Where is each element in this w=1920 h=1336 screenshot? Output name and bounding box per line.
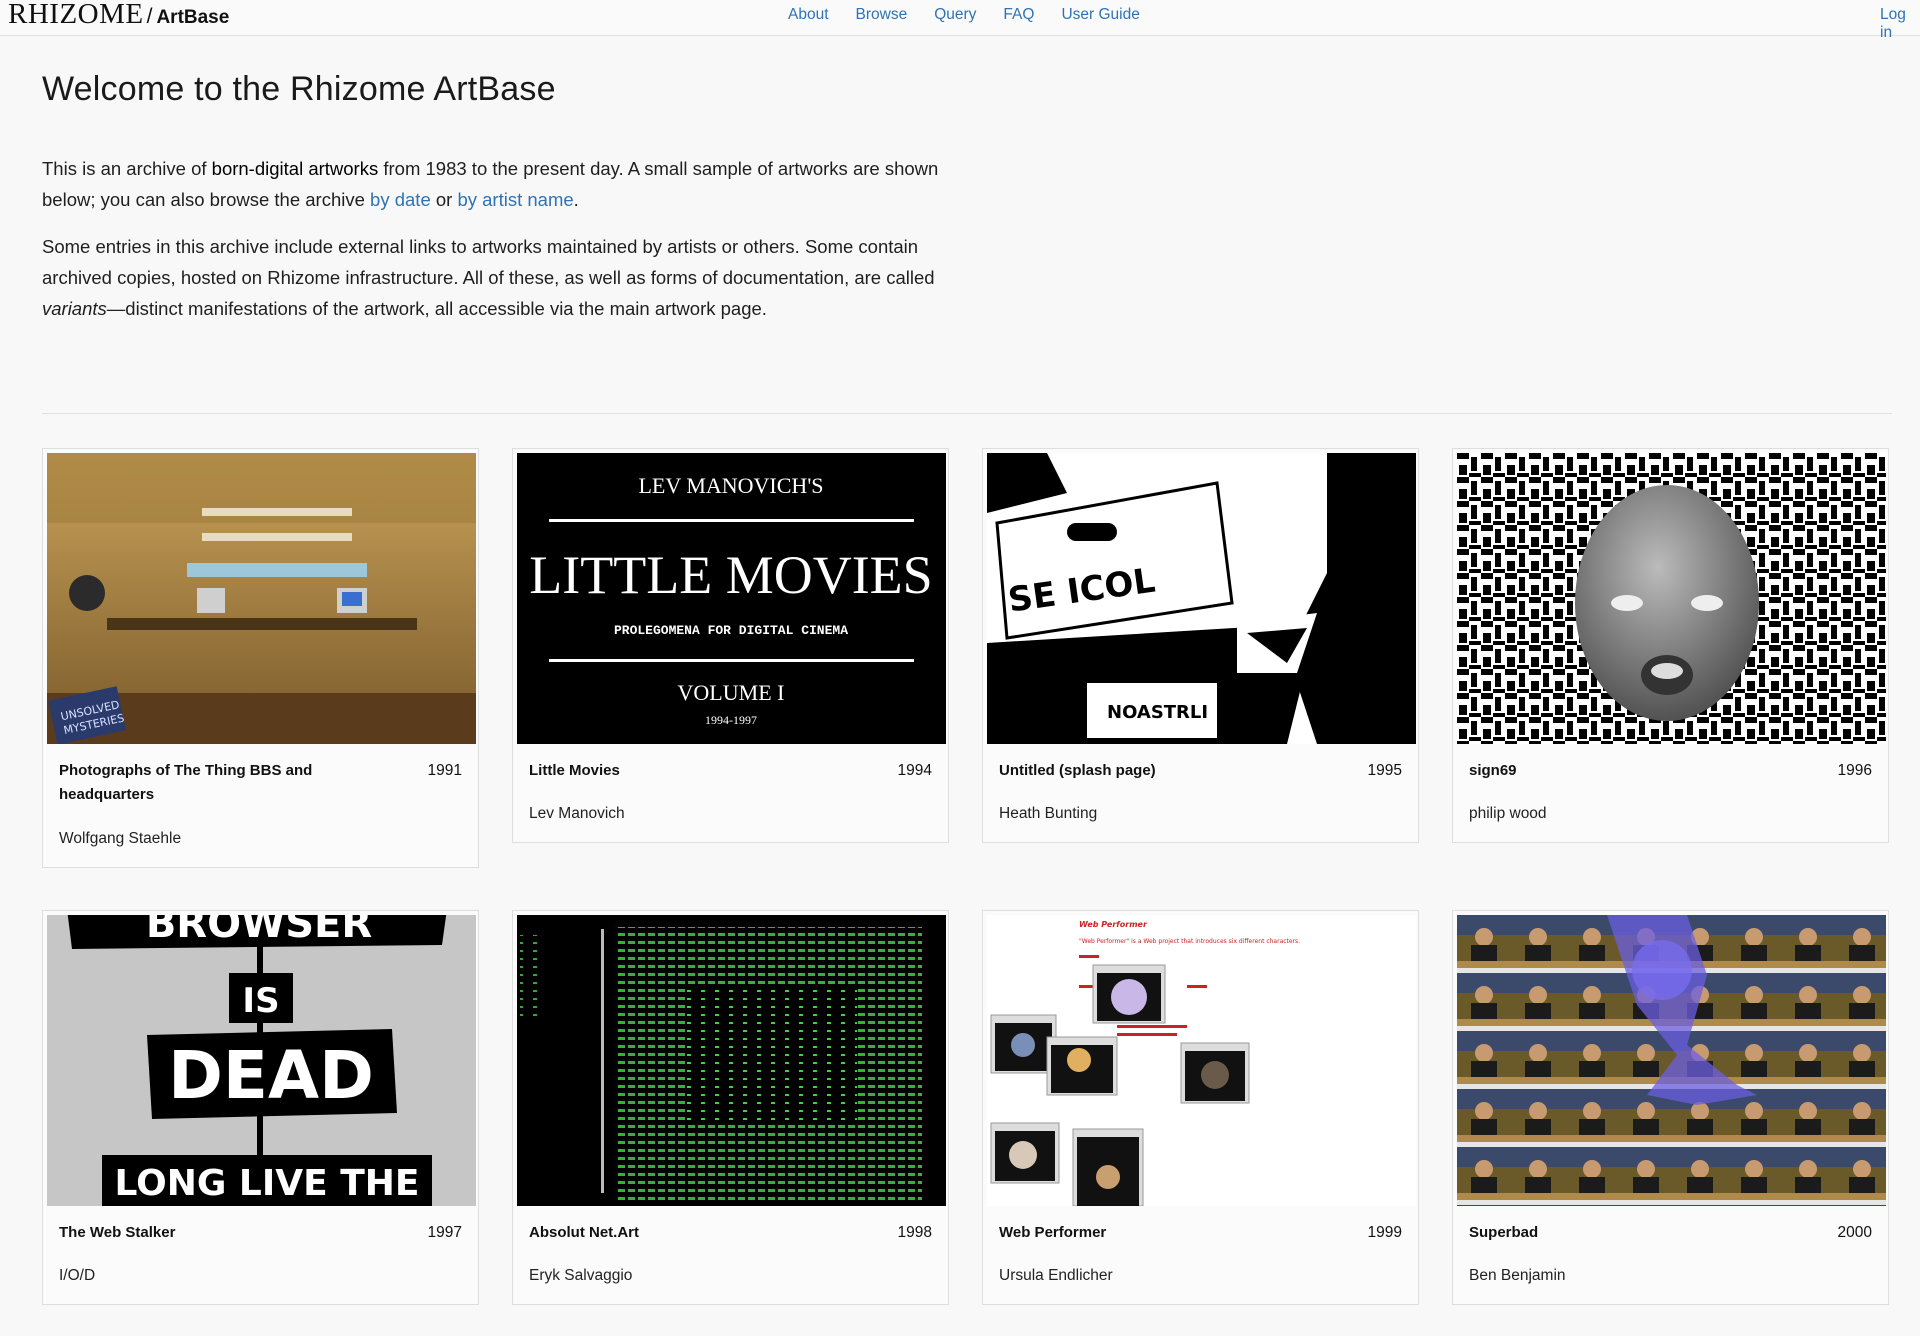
sign69-baby-face (1457, 453, 1886, 744)
artwork-thumbnail[interactable] (1457, 915, 1886, 1206)
artwork-year: 1998 (897, 1224, 932, 1241)
artwork-artist[interactable]: Heath Bunting (999, 802, 1097, 826)
thumb-caption: LEV MANOVICH'S (638, 473, 823, 498)
page-title: Welcome to the Rhizome ArtBase (42, 70, 556, 108)
artwork-thumbnail[interactable] (517, 915, 946, 1206)
artwork-year: 1996 (1837, 762, 1872, 779)
artwork-year: 1994 (897, 762, 932, 779)
superbad-collage (1457, 915, 1886, 1206)
web-stalker-poster: BROWSER IS DEAD LONG LIVE THE (47, 915, 476, 1206)
artwork-artist[interactable]: Wolfgang Staehle (59, 827, 181, 851)
rhizome-logo: RHIZOME (8, 0, 144, 30)
nav-user-guide-link[interactable]: User Guide (1061, 6, 1139, 24)
artwork-artist[interactable]: Lev Manovich (529, 802, 625, 826)
section-divider (42, 413, 1892, 414)
intro-text: or (430, 189, 458, 210)
variants-text: —distinct manifestations of the artwork,… (106, 298, 767, 319)
thumb-caption: PROLEGOMENA FOR DIGITAL CINEMA (614, 623, 848, 638)
intro-paragraph: This is an archive of born-digital artwo… (42, 153, 977, 215)
artwork-thumbnail[interactable] (1457, 453, 1886, 744)
little-movies-title-card: LEV MANOVICH'S LITTLE MOVIES PROLEGOMENA… (517, 453, 946, 744)
brand-home-link[interactable]: RHIZOME / ArtBase (8, 0, 229, 30)
browse-by-date-link[interactable]: by date (370, 189, 431, 210)
artwork-year: 1999 (1367, 1224, 1402, 1241)
web-performer-screenshot: Web Performer "Web Performer" is a Web p… (987, 915, 1416, 1206)
thumb-caption: NOASTRLI (1107, 702, 1208, 723)
site-name: ArtBase (156, 7, 230, 28)
artwork-thumbnail[interactable]: Web Performer "Web Performer" is a Web p… (987, 915, 1416, 1206)
variants-term: variants (42, 298, 107, 319)
artwork-title[interactable]: Absolut Net.Art (529, 1221, 829, 1245)
artwork-year: 1997 (427, 1224, 462, 1241)
thumb-caption: Web Performer (1079, 920, 1148, 929)
absolut-net-art-ascii (517, 915, 946, 1206)
thumb-caption: LONG LIVE THE (114, 1163, 419, 1204)
artwork-title[interactable]: The Web Stalker (59, 1221, 359, 1245)
artwork-artist[interactable]: Ursula Endlicher (999, 1264, 1113, 1288)
artwork-card[interactable]: Absolut Net.Art 1998 Eryk Salvaggio (512, 910, 949, 1305)
artwork-year: 1995 (1367, 762, 1402, 779)
artwork-card[interactable]: BROWSER IS DEAD LONG LIVE THE The Web St… (42, 910, 479, 1305)
artwork-card[interactable]: Web Performer "Web Performer" is a Web p… (982, 910, 1419, 1305)
nav-about-link[interactable]: About (788, 6, 829, 24)
artwork-year: 1991 (427, 762, 462, 779)
artwork-thumbnail[interactable]: SE ICOL NOASTRLI (987, 453, 1416, 744)
thumb-caption: "Web Performer" is a Web project that in… (1079, 938, 1300, 945)
artwork-card[interactable]: UNSOLVED MYSTERIES Photographs of The Th… (42, 448, 479, 868)
artwork-title[interactable]: Superbad (1469, 1221, 1769, 1245)
variants-text: Some entries in this archive include ext… (42, 236, 935, 288)
thing-bbs-photo: UNSOLVED MYSTERIES (47, 453, 476, 744)
artwork-thumbnail[interactable]: LEV MANOVICH'S LITTLE MOVIES PROLEGOMENA… (517, 453, 946, 744)
nav-faq-link[interactable]: FAQ (1003, 6, 1034, 24)
artwork-card[interactable]: SE ICOL NOASTRLI Untitled (splash page) … (982, 448, 1419, 843)
artwork-title[interactable]: sign69 (1469, 759, 1769, 783)
intro-text: This is an archive of (42, 158, 212, 179)
thumb-caption: DEAD (168, 1037, 374, 1114)
artwork-artist[interactable]: I/O/D (59, 1264, 95, 1288)
intro-emphasis: born-digital artworks (211, 158, 379, 179)
untitled-splash-image: SE ICOL NOASTRLI (987, 453, 1416, 744)
artwork-card[interactable]: Superbad 2000 Ben Benjamin (1452, 910, 1889, 1305)
thumb-caption: IS (242, 981, 279, 1021)
artwork-artist[interactable]: Eryk Salvaggio (529, 1264, 632, 1288)
artwork-title[interactable]: Web Performer (999, 1221, 1299, 1245)
top-navbar: RHIZOME / ArtBase About Browse Query FAQ… (0, 0, 1920, 41)
browse-by-artist-link[interactable]: by artist name (457, 189, 573, 210)
artwork-year: 2000 (1837, 1224, 1872, 1241)
artwork-thumbnail[interactable]: UNSOLVED MYSTERIES (47, 453, 476, 744)
thumb-caption: LITTLE MOVIES (529, 545, 932, 605)
thumb-caption: 1994-1997 (705, 713, 757, 727)
main-nav: About Browse Query FAQ User Guide (788, 6, 1167, 24)
login-link[interactable]: Log in (1880, 6, 1920, 42)
artwork-artist[interactable]: philip wood (1469, 802, 1547, 826)
artwork-card[interactable]: sign69 1996 philip wood (1452, 448, 1889, 843)
artwork-artist[interactable]: Ben Benjamin (1469, 1264, 1566, 1288)
brand-separator: / (146, 5, 153, 28)
nav-browse-link[interactable]: Browse (856, 6, 908, 24)
artwork-card[interactable]: LEV MANOVICH'S LITTLE MOVIES PROLEGOMENA… (512, 448, 949, 843)
artwork-title[interactable]: Untitled (splash page) (999, 759, 1299, 783)
artwork-thumbnail[interactable]: BROWSER IS DEAD LONG LIVE THE (47, 915, 476, 1206)
thumb-caption: BROWSER (146, 915, 372, 947)
nav-query-link[interactable]: Query (934, 6, 976, 24)
artwork-title[interactable]: Little Movies (529, 759, 829, 783)
variants-paragraph: Some entries in this archive include ext… (42, 231, 977, 324)
artwork-title[interactable]: Photographs of The Thing BBS and headqua… (59, 759, 359, 807)
thumb-caption: VOLUME I (678, 680, 785, 705)
intro-text: . (573, 189, 579, 210)
